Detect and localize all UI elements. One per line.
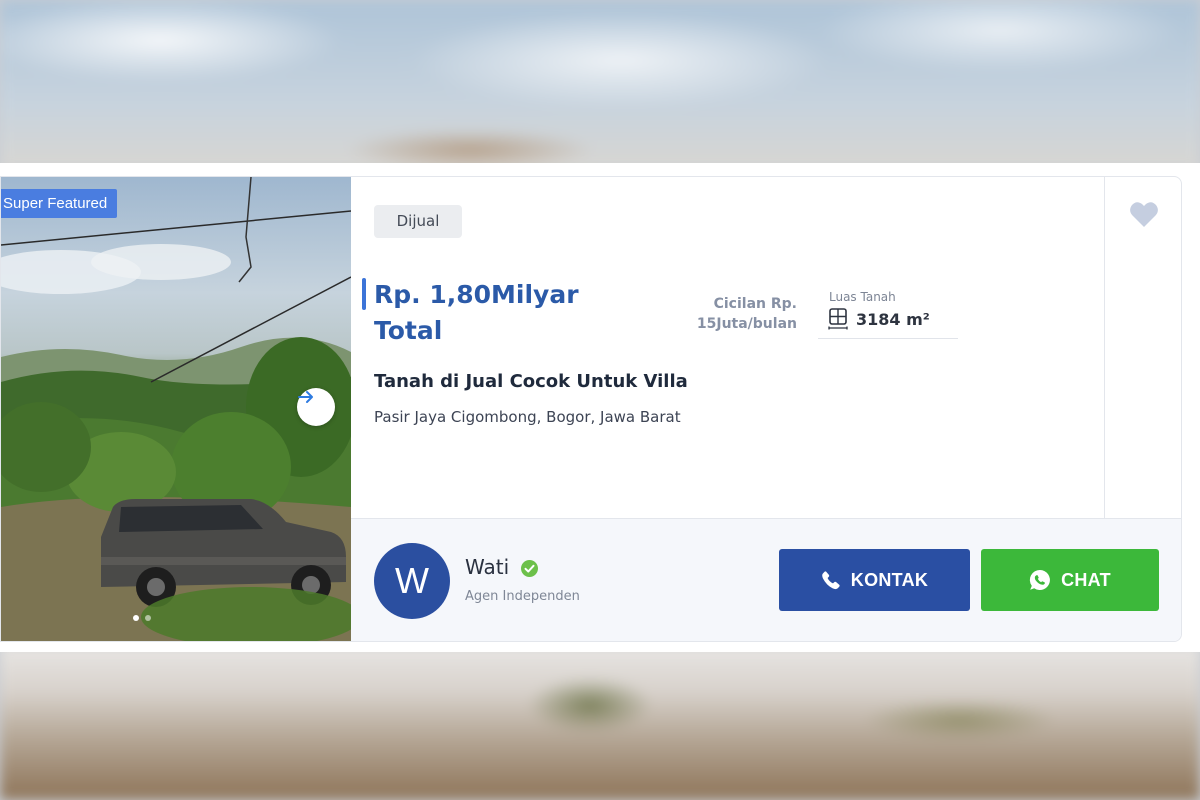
arrow-right-icon xyxy=(298,391,313,403)
whatsapp-icon xyxy=(1029,569,1050,590)
land-area-value: 3184 m² xyxy=(856,310,930,329)
installment-value: 15Juta/bulan xyxy=(696,316,797,332)
land-area: Luas Tanah 3184 m² xyxy=(818,288,958,339)
listing-photo[interactable]: Super Featured xyxy=(1,177,351,641)
status-tag: Dijual xyxy=(374,205,462,238)
listing-location: Pasir Jaya Cigombong, Bogor, Jawa Barat xyxy=(374,408,681,426)
phone-icon xyxy=(821,571,840,590)
photo-pagination xyxy=(133,615,151,621)
kontak-button[interactable]: KONTAK xyxy=(779,549,970,611)
chat-label: CHAT xyxy=(1061,569,1111,590)
favorite-column xyxy=(1104,177,1181,518)
agent-role: Agen Independen xyxy=(465,589,580,604)
price: Rp. 1,80Milyar Total xyxy=(374,277,634,349)
photo-dot[interactable] xyxy=(133,615,139,621)
agent-footer: W Wati Agen Independen KONTAK CHAT xyxy=(351,518,1181,641)
check-badge-icon xyxy=(521,560,538,577)
background-blur-top xyxy=(0,0,1200,170)
listing-card[interactable]: Super Featured Dijual Rp. 1,80Milyar Tot… xyxy=(0,176,1182,642)
listing-title[interactable]: Tanah di Jual Cocok Untuk Villa xyxy=(374,371,688,392)
background-blur-bottom xyxy=(0,645,1200,800)
price-accent-bar xyxy=(362,278,366,310)
area-icon xyxy=(828,308,848,330)
photo-dot[interactable] xyxy=(145,615,151,621)
price-type: Total xyxy=(374,316,443,345)
kontak-label: KONTAK xyxy=(850,569,929,590)
price-amount: Rp. 1,80Milyar xyxy=(374,280,579,309)
avatar[interactable]: W xyxy=(374,543,450,619)
next-photo-button[interactable] xyxy=(297,388,335,426)
heart-icon[interactable] xyxy=(1129,201,1159,228)
land-area-label: Luas Tanah xyxy=(829,290,896,304)
installment-label: Cicilan Rp. xyxy=(713,296,797,312)
chat-button[interactable]: CHAT xyxy=(981,549,1159,611)
installment-info: Cicilan Rp. 15Juta/bulan xyxy=(661,294,797,334)
agent-name[interactable]: Wati xyxy=(465,555,509,579)
super-featured-badge: Super Featured xyxy=(1,189,118,218)
